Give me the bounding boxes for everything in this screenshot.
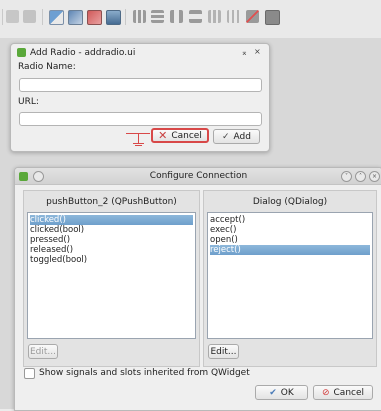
layout-form-icon[interactable] [227, 10, 240, 23]
list-item[interactable]: released() [30, 245, 73, 255]
ok-button-label: OK [280, 387, 294, 398]
radio-name-label-text: Radio Name: [18, 62, 76, 72]
connection-line [138, 133, 139, 143]
tool-b-icon[interactable] [23, 10, 36, 23]
dialog-title: Configure Connection [149, 171, 248, 181]
cancel-connection-label: Cancel [333, 387, 365, 398]
list-item[interactable]: reject() [210, 245, 370, 255]
close-icon[interactable]: × [369, 171, 380, 182]
receiver-header: Dialog (QDialog) [252, 197, 328, 207]
adjust-size-icon[interactable] [265, 10, 280, 25]
cancel-connection-button[interactable]: ⊘ Cancel [313, 385, 373, 400]
radio-name-label: Radio Name: [18, 62, 76, 72]
edit-tab-order-icon[interactable] [106, 10, 121, 25]
dialog-title-text: Add Radio - addradio.ui [30, 48, 136, 58]
cancel-icon: ⊘ [321, 387, 330, 398]
list-item[interactable]: clicked() [30, 215, 193, 225]
ground-symbol [133, 143, 144, 144]
tool-a-icon[interactable] [6, 10, 19, 23]
dialog-titlebar: Configure Connection ˅ ˄ × [15, 168, 381, 185]
add-button-label: Add [233, 131, 251, 142]
toolbar-separator [42, 9, 43, 25]
radio-name-field[interactable] [19, 78, 262, 92]
url-field[interactable] [19, 112, 262, 126]
maximize-icon[interactable]: ˄ [355, 171, 366, 182]
app-icon [17, 48, 26, 57]
list-item[interactable]: clicked(bool) [30, 225, 84, 235]
list-item[interactable]: pressed() [30, 235, 70, 245]
minimize-icon[interactable]: ˅ [341, 171, 352, 182]
show-inherited-checkbox[interactable] [24, 368, 35, 379]
list-item[interactable]: accept() [210, 215, 245, 225]
ground-symbol [135, 145, 142, 146]
dialog-title: Add Radio - addradio.ui [17, 48, 135, 58]
checkmark-icon: ✔ [269, 387, 277, 398]
sender-header: pushButton_2 (QPushButton) [46, 197, 177, 207]
url-label-text: URL: [18, 97, 39, 107]
close-icon: ✕ [158, 129, 168, 142]
toolbar-separator [2, 9, 3, 25]
edit-signals-slots-icon[interactable] [68, 10, 83, 25]
list-item[interactable]: exec() [210, 225, 236, 235]
url-label: URL: [18, 97, 39, 107]
slots-panel: Dialog (QDialog) accept() exec() open() … [203, 190, 377, 367]
minimize-icon[interactable]: ⌅ [241, 48, 248, 57]
edit-buddies-icon[interactable] [87, 10, 102, 25]
checkmark-icon: ✓ [222, 131, 230, 142]
slots-list[interactable]: accept() exec() open() reject() [207, 212, 373, 339]
edit-slots-label: Edit... [210, 346, 237, 357]
list-item[interactable]: toggled(bool) [30, 255, 87, 265]
layout-splitter-v-icon[interactable] [189, 10, 202, 23]
add-button[interactable]: ✓ Add [213, 129, 260, 144]
edit-slots-button[interactable]: Edit... [208, 344, 239, 359]
edit-signals-label: Edit... [29, 346, 56, 357]
layout-horizontal-icon[interactable] [133, 10, 146, 23]
break-layout-icon[interactable] [246, 10, 259, 23]
configure-connection-dialog: Configure Connection ˅ ˄ × pushButton_2 … [14, 167, 381, 411]
signals-list[interactable]: clicked() clicked(bool) pressed() releas… [27, 212, 196, 339]
toolbar-separator [125, 9, 126, 25]
close-icon[interactable]: × [254, 47, 261, 56]
list-item[interactable]: open() [210, 235, 238, 245]
add-radio-dialog: Add Radio - addradio.ui ⌅ × Radio Name: … [10, 43, 270, 152]
edit-signals-button[interactable]: Edit... [28, 344, 58, 359]
show-inherited-label: Show signals and slots inherited from QW… [39, 368, 250, 378]
layout-vertical-icon[interactable] [151, 10, 164, 23]
layout-splitter-h-icon[interactable] [170, 10, 183, 23]
signals-panel: pushButton_2 (QPushButton) clicked() cli… [23, 190, 200, 367]
designer-toolbar [0, 0, 381, 38]
edit-widgets-icon[interactable] [49, 10, 64, 25]
cancel-button-label: Cancel [171, 130, 202, 141]
layout-grid-icon[interactable] [208, 10, 221, 23]
ok-button[interactable]: ✔ OK [255, 385, 308, 400]
cancel-button[interactable]: ✕ Cancel [151, 128, 209, 143]
